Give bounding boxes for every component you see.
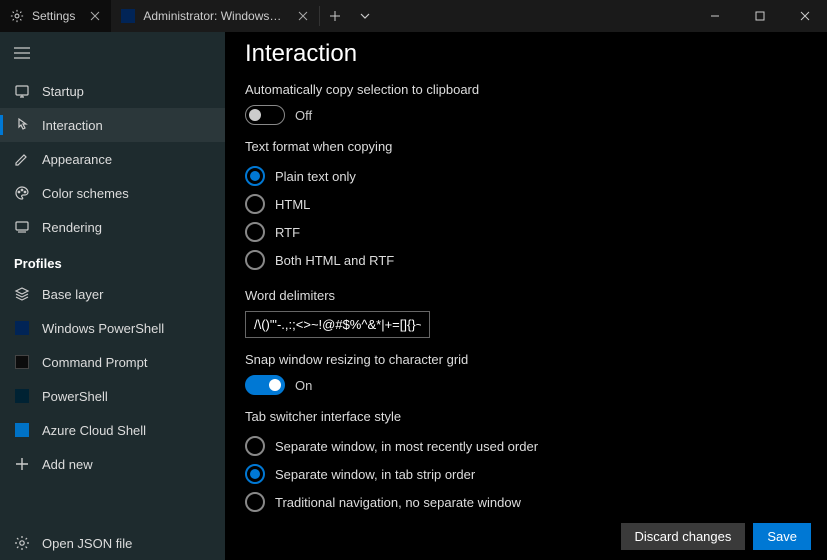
sidebar-item-add-new[interactable]: Add new: [0, 447, 225, 481]
minimize-button[interactable]: [692, 0, 737, 32]
gear-icon: [14, 535, 30, 551]
radio-icon: [245, 194, 265, 214]
tab-powershell[interactable]: Administrator: Windows PowerS: [111, 0, 319, 32]
sidebar-item-label: Command Prompt: [42, 355, 147, 370]
radio-label: Both HTML and RTF: [275, 253, 394, 268]
powershell-icon: [14, 320, 30, 336]
sidebar-item-label: Appearance: [42, 152, 112, 167]
sidebar-item-label: Open JSON file: [42, 536, 132, 551]
discard-button[interactable]: Discard changes: [621, 523, 746, 550]
gear-icon: [10, 9, 24, 23]
plus-icon: [14, 456, 30, 472]
sidebar-item-open-json[interactable]: Open JSON file: [0, 526, 225, 560]
word-delimiters-input[interactable]: [245, 311, 430, 338]
sidebar-item-windows-powershell[interactable]: Windows PowerShell: [0, 311, 225, 345]
sidebar-item-base-layer[interactable]: Base layer: [0, 277, 225, 311]
radio-icon: [245, 464, 265, 484]
sidebar-item-color-schemes[interactable]: Color schemes: [0, 176, 225, 210]
rendering-icon: [14, 219, 30, 235]
sidebar-item-label: Windows PowerShell: [42, 321, 164, 336]
cmd-icon: [14, 354, 30, 370]
appearance-icon: [14, 151, 30, 167]
radio-icon: [245, 166, 265, 186]
radio-label: Traditional navigation, no separate wind…: [275, 495, 521, 510]
powershell-icon: [121, 9, 135, 23]
snap-toggle[interactable]: [245, 375, 285, 395]
content-area: Interaction Automatically copy selection…: [225, 32, 827, 560]
close-icon[interactable]: [295, 8, 311, 24]
sidebar-item-appearance[interactable]: Appearance: [0, 142, 225, 176]
text-format-option-rtf[interactable]: RTF: [245, 218, 807, 246]
radio-label: Separate window, in most recently used o…: [275, 439, 538, 454]
text-format-option-plain[interactable]: Plain text only: [245, 162, 807, 190]
radio-icon: [245, 436, 265, 456]
text-format-option-both[interactable]: Both HTML and RTF: [245, 246, 807, 274]
sidebar-item-label: Color schemes: [42, 186, 129, 201]
maximize-button[interactable]: [737, 0, 782, 32]
tab-settings[interactable]: Settings: [0, 0, 111, 32]
auto-copy-toggle[interactable]: [245, 105, 285, 125]
interaction-icon: [14, 117, 30, 133]
radio-icon: [245, 492, 265, 512]
sidebar-item-rendering[interactable]: Rendering: [0, 210, 225, 244]
text-format-option-html[interactable]: HTML: [245, 190, 807, 218]
sidebar-item-command-prompt[interactable]: Command Prompt: [0, 345, 225, 379]
radio-icon: [245, 250, 265, 270]
footer-bar: Discard changes Save: [225, 513, 827, 560]
profiles-header: Profiles: [0, 244, 225, 277]
palette-icon: [14, 185, 30, 201]
new-tab-button[interactable]: [320, 0, 350, 32]
radio-icon: [245, 222, 265, 242]
tab-switcher-option-strip[interactable]: Separate window, in tab strip order: [245, 460, 807, 488]
tab-switcher-option-mru[interactable]: Separate window, in most recently used o…: [245, 432, 807, 460]
tab-label: Administrator: Windows PowerS: [143, 9, 283, 23]
tab-switcher-option-traditional[interactable]: Traditional navigation, no separate wind…: [245, 488, 807, 513]
title-bar: Settings Administrator: Windows PowerS: [0, 0, 827, 32]
snap-state: On: [295, 378, 312, 393]
page-title: Interaction: [245, 40, 807, 68]
sidebar: Startup Interaction Appearance Color sch…: [0, 32, 225, 560]
sidebar-item-label: Base layer: [42, 287, 103, 302]
sidebar-item-label: Azure Cloud Shell: [42, 423, 146, 438]
tab-switcher-label: Tab switcher interface style: [245, 409, 807, 424]
auto-copy-label: Automatically copy selection to clipboar…: [245, 82, 807, 97]
startup-icon: [14, 83, 30, 99]
radio-label: Plain text only: [275, 169, 356, 184]
sidebar-item-label: Interaction: [42, 118, 103, 133]
azure-icon: [14, 422, 30, 438]
window-close-button[interactable]: [782, 0, 827, 32]
new-tab-dropdown[interactable]: [350, 0, 380, 32]
close-icon[interactable]: [87, 8, 103, 24]
layers-icon: [14, 286, 30, 302]
sidebar-item-label: Add new: [42, 457, 93, 472]
tab-label: Settings: [32, 9, 75, 23]
sidebar-item-powershell[interactable]: PowerShell: [0, 379, 225, 413]
word-delimiters-label: Word delimiters: [245, 288, 807, 303]
radio-label: Separate window, in tab strip order: [275, 467, 475, 482]
radio-label: HTML: [275, 197, 310, 212]
snap-label: Snap window resizing to character grid: [245, 352, 807, 367]
hamburger-button[interactable]: [0, 36, 225, 74]
text-format-label: Text format when copying: [245, 139, 807, 154]
sidebar-item-azure-cloud-shell[interactable]: Azure Cloud Shell: [0, 413, 225, 447]
sidebar-item-startup[interactable]: Startup: [0, 74, 225, 108]
sidebar-item-label: Rendering: [42, 220, 102, 235]
sidebar-item-interaction[interactable]: Interaction: [0, 108, 225, 142]
radio-label: RTF: [275, 225, 300, 240]
auto-copy-state: Off: [295, 108, 312, 123]
save-button[interactable]: Save: [753, 523, 811, 550]
pwsh-icon: [14, 388, 30, 404]
sidebar-item-label: PowerShell: [42, 389, 108, 404]
sidebar-item-label: Startup: [42, 84, 84, 99]
